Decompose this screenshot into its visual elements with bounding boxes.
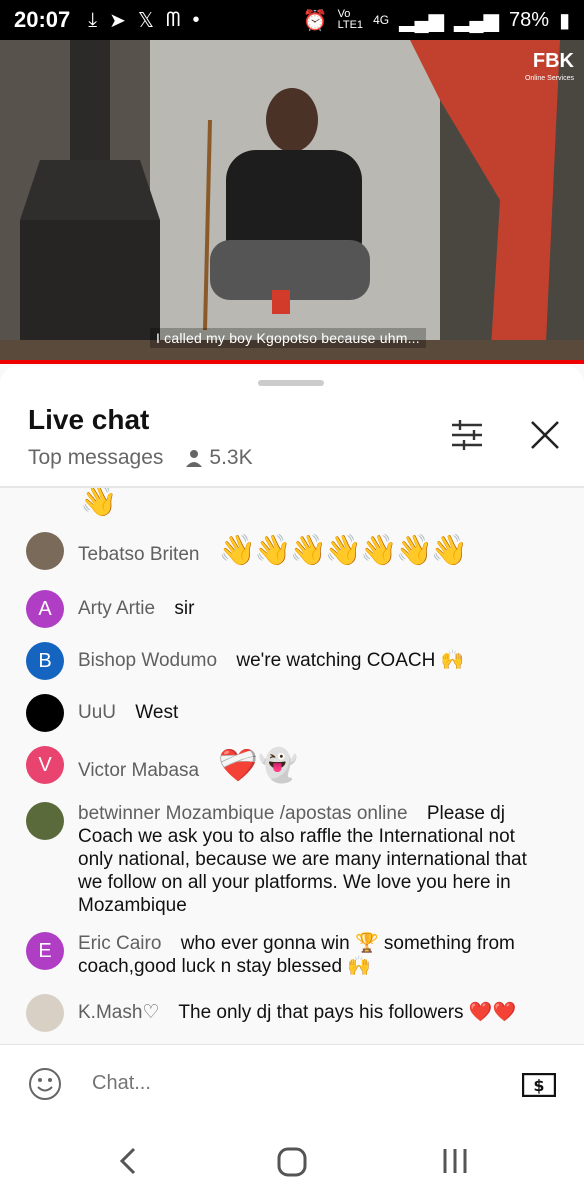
dot-icon: • — [192, 8, 200, 31]
message-author[interactable]: Eric Cairo — [78, 933, 161, 954]
avatar[interactable]: E — [26, 932, 64, 970]
status-time: 20:07 — [14, 7, 71, 32]
message-author[interactable]: betwinner Mozambique /apostas online — [78, 803, 408, 824]
sticker-emojis-icon: ❤️‍🩹👻 — [218, 747, 299, 783]
avatar[interactable] — [26, 532, 64, 570]
message-text: we're watching COACH 🙌 — [236, 650, 465, 671]
chat-input[interactable] — [90, 1071, 474, 1096]
message-text: The only dj that pays his followers ❤️❤️ — [178, 1002, 517, 1023]
battery-icon: ▮ — [558, 9, 570, 32]
download-icon: ⤓ — [88, 8, 98, 31]
viewer-count: 5.3K — [185, 446, 253, 470]
app-icon: ᗰ — [166, 8, 181, 31]
drag-handle[interactable] — [258, 380, 324, 386]
avatar[interactable]: V — [26, 746, 64, 784]
super-chat-icon[interactable]: $ — [522, 1073, 556, 1097]
chat-message[interactable]: A Arty Artie sir — [26, 590, 566, 628]
message-author[interactable]: Bishop Wodumo — [78, 650, 217, 671]
svg-text:$: $ — [533, 1076, 544, 1095]
chat-message[interactable]: B Bishop Wodumo we're watching COACH 🙌 — [26, 642, 566, 680]
message-author[interactable]: Arty Artie — [78, 598, 155, 619]
avatar[interactable]: B — [26, 642, 64, 680]
chat-input-bar: $ — [0, 1044, 584, 1127]
video-player[interactable]: FBK Online Services I called my boy Kgop… — [0, 40, 584, 364]
emoji-icon[interactable] — [28, 1067, 62, 1101]
filter-icon[interactable] — [450, 418, 484, 452]
signal-icon-2: ▂▄▆ — [454, 9, 499, 32]
chat-mode-label: Top messages — [28, 446, 164, 469]
message-text: West — [135, 702, 179, 723]
alarm-icon: ⏰ — [302, 9, 328, 32]
avatar[interactable] — [26, 994, 64, 1032]
close-icon[interactable] — [528, 418, 562, 452]
volte-icon: Vo LTE1 — [337, 8, 364, 31]
chat-message[interactable]: betwinner Mozambique /apostas online Ple… — [26, 802, 566, 917]
chat-messages-list[interactable]: 👋 Tebatso Briten 👋👋👋👋👋👋👋 A Arty Artie si… — [0, 486, 584, 1044]
signal-icon: ▂▄▆ — [399, 9, 445, 32]
message-author[interactable]: K.Mash♡ — [78, 1002, 159, 1023]
chat-message[interactable]: UuU West — [26, 694, 566, 732]
message-author[interactable]: Tebatso Briten — [78, 544, 199, 565]
avatar[interactable]: A — [26, 590, 64, 628]
chat-message[interactable]: K.Mash♡ The only dj that pays his follow… — [26, 994, 566, 1032]
recents-icon[interactable] — [440, 1146, 470, 1176]
network-type: 4G — [373, 13, 390, 27]
message-author[interactable]: Victor Mabasa — [78, 760, 199, 781]
message-text: sir — [174, 598, 195, 619]
system-nav-bar — [0, 1126, 584, 1200]
chat-mode-selector[interactable]: Top messages 5.3K — [28, 446, 253, 470]
video-progress-bar[interactable] — [0, 360, 584, 364]
chat-message[interactable]: V Victor Mabasa ❤️‍🩹👻 — [26, 746, 566, 790]
message-author[interactable]: UuU — [78, 702, 116, 723]
telegram-icon: ➤ — [109, 9, 126, 32]
wave-emojis-icon: 👋👋👋👋👋👋👋 — [218, 534, 468, 567]
x-icon: 𝕏 — [137, 9, 155, 32]
video-caption: I called my boy Kgopotso because uhm... — [150, 328, 426, 348]
avatar[interactable] — [26, 802, 64, 840]
channel-logo: FBK Online Services — [524, 50, 574, 82]
battery-level: 78% — [508, 8, 549, 31]
status-bar: 20:07 ⤓ ➤ 𝕏 ᗰ • ⏰ Vo LTE1 4G ▂▄▆ ▂▄▆ 78% … — [0, 0, 584, 40]
avatar[interactable] — [26, 694, 64, 732]
chat-message[interactable]: E Eric Cairo who ever gonna win 🏆 someth… — [26, 932, 566, 978]
home-icon[interactable] — [276, 1146, 308, 1178]
back-icon[interactable] — [116, 1146, 142, 1176]
live-chat-title: Live chat — [28, 404, 150, 435]
person-icon — [186, 450, 203, 467]
wave-emoji-icon: 👋 — [80, 486, 118, 518]
video-frame — [0, 40, 584, 364]
chat-message[interactable]: Tebatso Briten 👋👋👋👋👋👋👋 — [26, 532, 566, 574]
